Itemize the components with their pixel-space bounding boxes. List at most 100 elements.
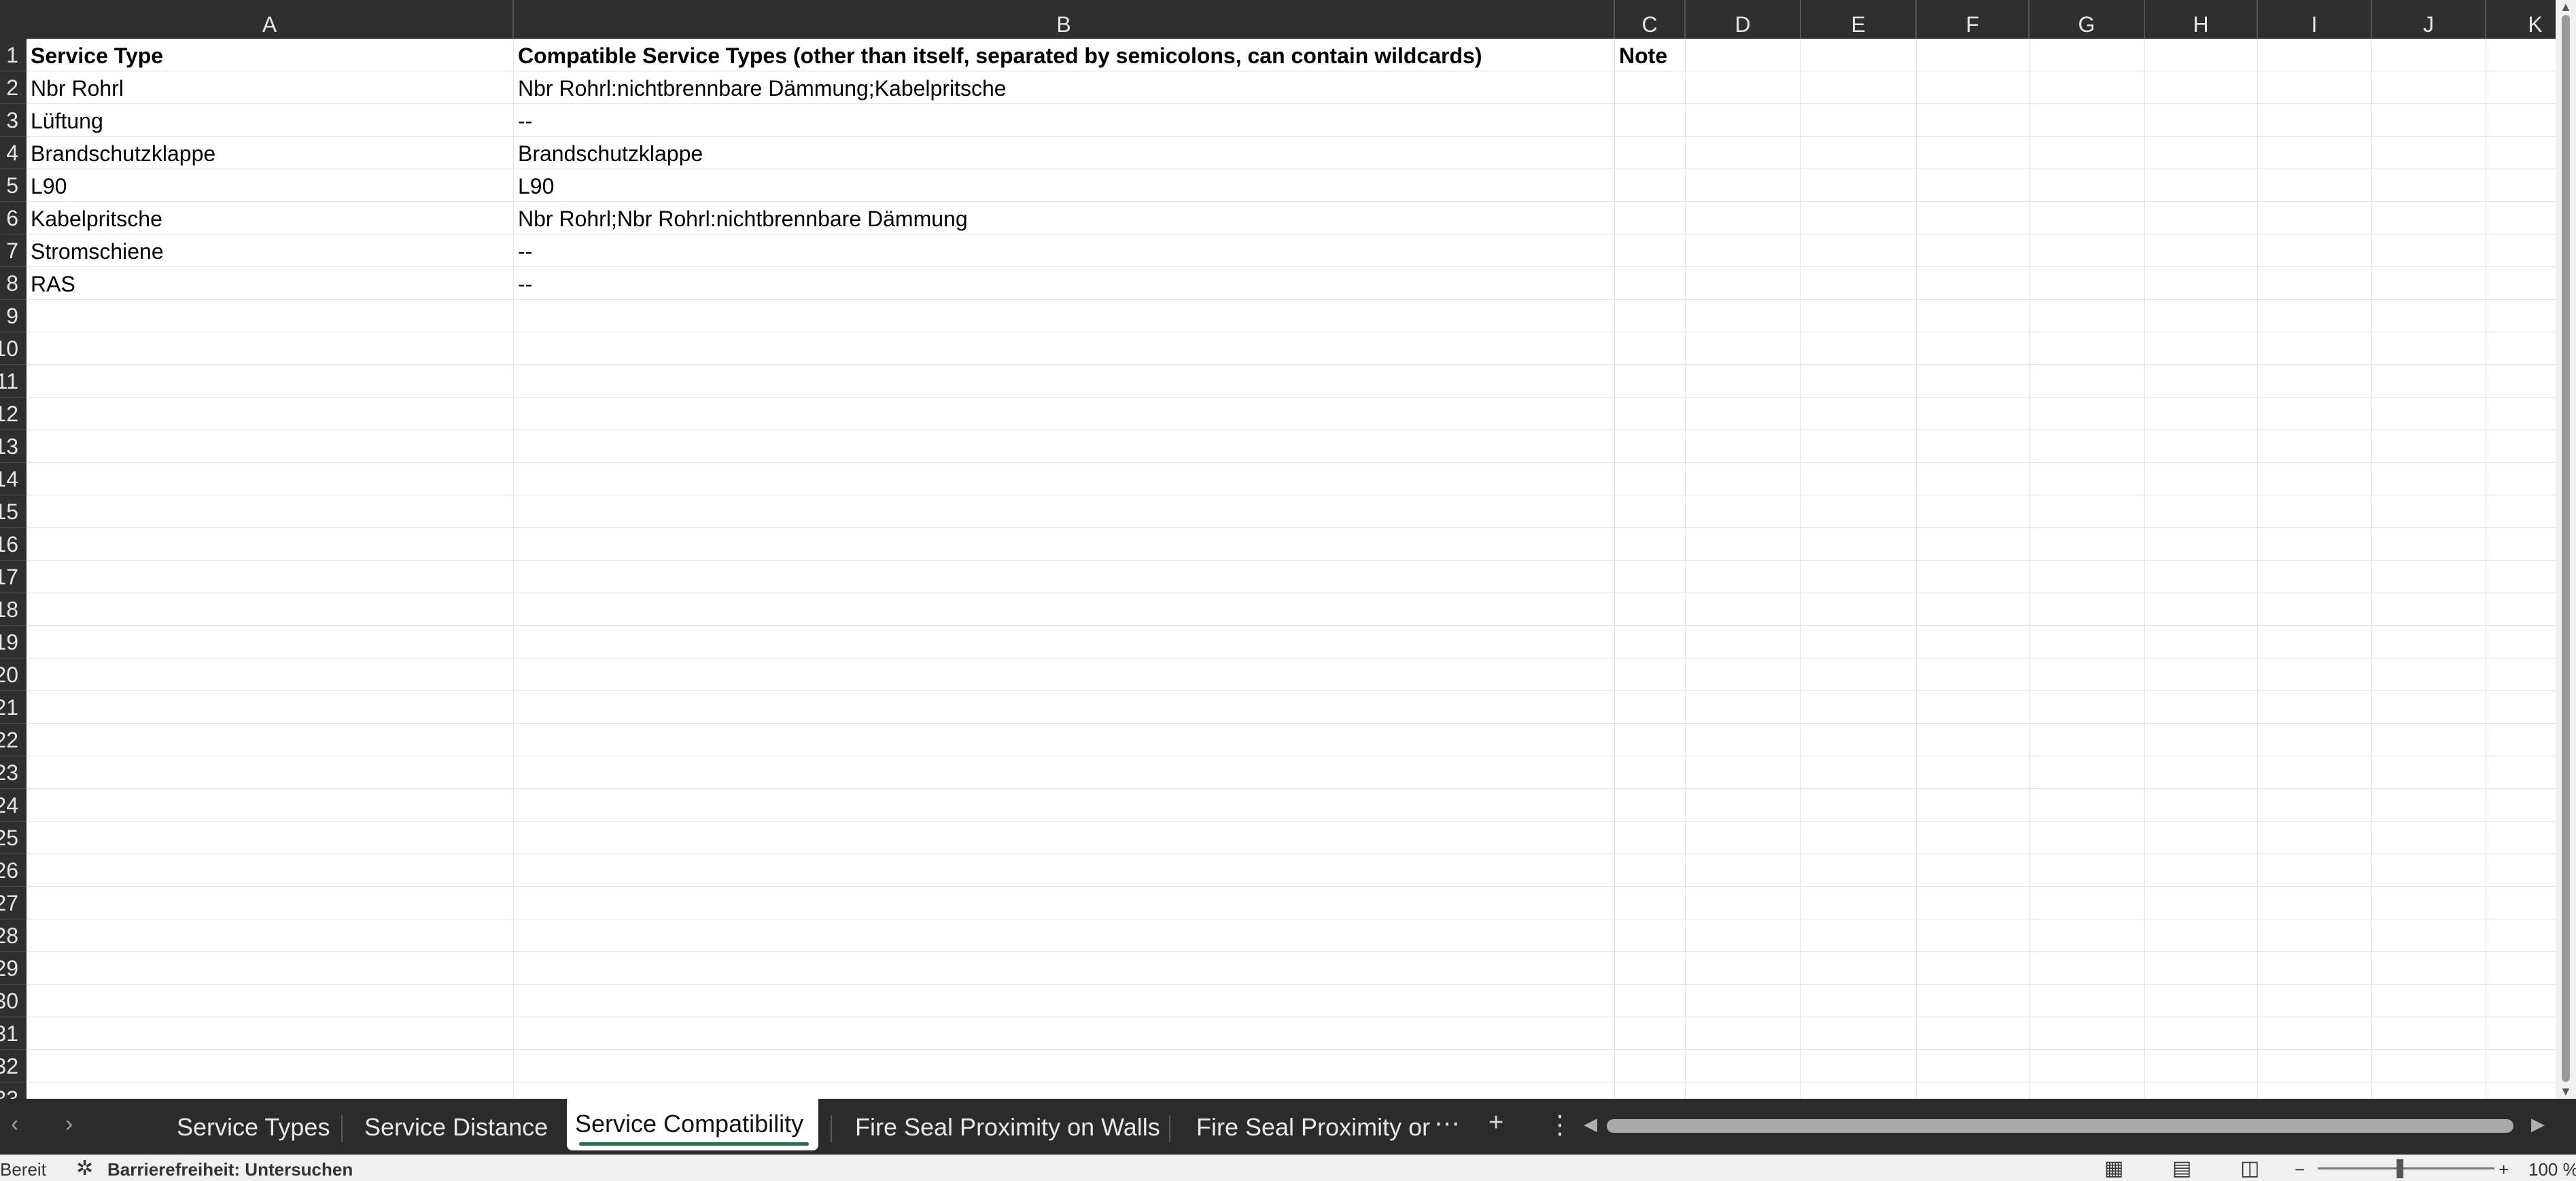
scroll-up-icon[interactable]: ▲: [2560, 0, 2572, 14]
row-header-28[interactable]: 28: [0, 919, 27, 952]
row-header-12[interactable]: 12: [0, 398, 27, 430]
cell-b5[interactable]: L90: [514, 169, 554, 202]
row-header-1[interactable]: 1: [0, 39, 27, 71]
cell-a5[interactable]: L90: [27, 169, 67, 202]
row-header-19[interactable]: 19: [0, 626, 27, 658]
row-header-30[interactable]: 30: [0, 985, 27, 1017]
column-header-g[interactable]: G: [2030, 0, 2145, 39]
tab-separator: [831, 1115, 832, 1142]
row-header-17[interactable]: 17: [0, 561, 27, 593]
page-layout-icon[interactable]: ▤: [2172, 1157, 2191, 1180]
row-header-16[interactable]: 16: [0, 528, 27, 561]
row-header-24[interactable]: 24: [0, 789, 27, 822]
gridline-horizontal: [27, 299, 2556, 300]
row-header-27[interactable]: 27: [0, 887, 27, 919]
row-header-29[interactable]: 29: [0, 952, 27, 985]
row-header-9[interactable]: 9: [0, 300, 27, 332]
row-header-23[interactable]: 23: [0, 756, 27, 789]
row-header-32[interactable]: 32: [0, 1050, 27, 1082]
row-header-18[interactable]: 18: [0, 593, 27, 626]
cell-a4[interactable]: Brandschutzklappe: [27, 137, 215, 169]
accessibility-check[interactable]: Barrierefreiheit: Untersuchen: [107, 1159, 353, 1180]
status-bar: Bereit ✲ Barrierefreiheit: Untersuchen ▦…: [0, 1154, 2576, 1181]
cell-a6[interactable]: Kabelpritsche: [27, 202, 162, 234]
plus-icon[interactable]: +: [1489, 1108, 1503, 1138]
cell-b3[interactable]: --: [514, 104, 532, 137]
row-header-25[interactable]: 25: [0, 822, 27, 854]
row-header-15[interactable]: 15: [0, 495, 27, 528]
row-header-31[interactable]: 31: [0, 1017, 27, 1050]
row-header-4[interactable]: 4: [0, 137, 27, 169]
cell-a3[interactable]: Lüftung: [27, 104, 103, 137]
row-header-11[interactable]: 11: [0, 365, 27, 398]
column-header-c[interactable]: C: [1615, 0, 1686, 39]
row-header-6[interactable]: 6: [0, 202, 27, 234]
column-header-j[interactable]: J: [2372, 0, 2486, 39]
row-header-20[interactable]: 20: [0, 658, 27, 691]
column-header-f[interactable]: F: [1917, 0, 2030, 39]
row-header-10[interactable]: 10: [0, 332, 27, 365]
cell-area[interactable]: Service Type Compatible Service Types (ot…: [27, 39, 2556, 1099]
cell-a7[interactable]: Stromschiene: [27, 234, 164, 267]
row-header-33[interactable]: 33: [0, 1082, 27, 1099]
ellipsis-icon[interactable]: ⋯: [1434, 1108, 1460, 1139]
cell-a2[interactable]: Nbr Rohrl: [27, 71, 124, 104]
gridline-horizontal: [27, 560, 2556, 561]
zoom-out-button[interactable]: −: [2295, 1159, 2305, 1180]
gridline-horizontal: [27, 397, 2556, 398]
tab-service-distance[interactable]: Service Distance: [356, 1099, 556, 1154]
row-header-22[interactable]: 22: [0, 724, 27, 756]
tab-fire-seal-proximity-other[interactable]: Fire Seal Proximity or: [1188, 1099, 1441, 1154]
row-header-21[interactable]: 21: [0, 691, 27, 724]
accessibility-icon[interactable]: ✲: [76, 1157, 93, 1180]
tab-service-types[interactable]: Service Types: [169, 1099, 338, 1154]
gridline-vertical: [1685, 39, 1686, 1099]
vertical-scrollbar[interactable]: ▲ ▼: [2556, 0, 2576, 1099]
page-break-icon[interactable]: ◫: [2240, 1157, 2259, 1180]
gridline-horizontal: [27, 853, 2556, 854]
cell-a8[interactable]: RAS: [27, 267, 75, 300]
tab-fire-seal-proximity-walls[interactable]: Fire Seal Proximity on Walls: [847, 1099, 1168, 1154]
cell-b7[interactable]: --: [514, 234, 532, 267]
row-header-3[interactable]: 3: [0, 104, 27, 137]
gridline-horizontal: [27, 136, 2556, 137]
chevron-left-icon[interactable]: ‹: [11, 1111, 18, 1138]
column-header-a[interactable]: A: [27, 0, 514, 39]
grid-view-icon[interactable]: ▦: [2104, 1157, 2123, 1180]
horizontal-scroll-thumb[interactable]: [1607, 1119, 2513, 1133]
scroll-down-icon[interactable]: ▼: [2560, 1085, 2572, 1099]
zoom-level[interactable]: 100 %: [2528, 1159, 2576, 1180]
column-header-k[interactable]: K: [2486, 0, 2556, 39]
zoom-in-button[interactable]: +: [2499, 1159, 2509, 1180]
vertical-ellipsis-icon[interactable]: ⋮: [1547, 1110, 1573, 1140]
column-header-b[interactable]: B: [514, 0, 1615, 39]
row-header-26[interactable]: 26: [0, 854, 27, 887]
horizontal-scrollbar[interactable]: ◀ ▶: [1584, 1114, 2549, 1138]
gridline-horizontal: [27, 103, 2556, 104]
column-header-d[interactable]: D: [1686, 0, 1801, 39]
scroll-right-icon[interactable]: ▶: [2531, 1114, 2545, 1135]
column-header-e[interactable]: E: [1801, 0, 1917, 39]
gridline-horizontal: [27, 984, 2556, 985]
column-header-i[interactable]: I: [2258, 0, 2372, 39]
row-header-7[interactable]: 7: [0, 234, 27, 267]
row-header-5[interactable]: 5: [0, 169, 27, 202]
row-header-14[interactable]: 14: [0, 463, 27, 495]
scroll-left-icon[interactable]: ◀: [1584, 1114, 1597, 1135]
row-header-8[interactable]: 8: [0, 267, 27, 300]
cell-b4[interactable]: Brandschutzklappe: [514, 137, 703, 169]
chevron-right-icon[interactable]: ›: [65, 1111, 73, 1138]
row-header-13[interactable]: 13: [0, 430, 27, 463]
column-header-h[interactable]: H: [2145, 0, 2258, 39]
cell-b2[interactable]: Nbr Rohrl:nichtbrennbare Dämmung;Kabelpr…: [514, 71, 1007, 104]
cell-c1[interactable]: Note: [1615, 39, 1667, 71]
cell-b1[interactable]: Compatible Service Types (other than its…: [514, 39, 1482, 71]
vertical-scroll-thumb[interactable]: [2562, 15, 2570, 1082]
cell-a1[interactable]: Service Type: [27, 39, 163, 71]
gridline-horizontal: [27, 1049, 2556, 1050]
cell-b6[interactable]: Nbr Rohrl;Nbr Rohrl:nichtbrennbare Dämmu…: [514, 202, 968, 234]
cell-b8[interactable]: --: [514, 267, 532, 300]
row-header-2[interactable]: 2: [0, 71, 27, 104]
zoom-slider-thumb[interactable]: [2397, 1159, 2403, 1178]
zoom-slider[interactable]: [2318, 1167, 2494, 1169]
